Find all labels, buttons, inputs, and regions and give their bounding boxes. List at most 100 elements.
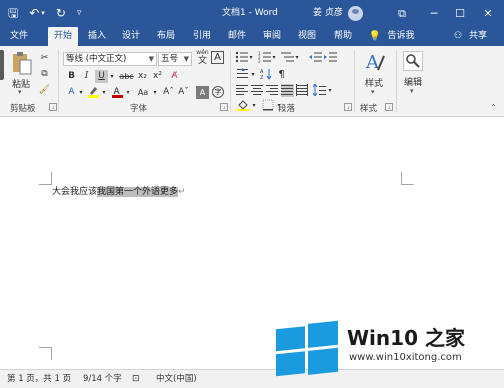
distributed-icon[interactable]	[296, 84, 309, 97]
undo-icon[interactable]: ↶	[29, 0, 39, 27]
tab-references[interactable]: 引用	[189, 27, 215, 46]
underline-dropdown-icon[interactable]: ▾	[108, 70, 116, 83]
close-icon[interactable]: ✕	[475, 0, 501, 27]
multilevel-dropdown-icon[interactable]: ▾	[293, 51, 301, 64]
user-avatar-icon[interactable]	[348, 6, 363, 21]
editing-dropdown-icon[interactable]: ▾	[410, 87, 414, 95]
change-case-dropdown-icon[interactable]: ▾	[151, 86, 159, 99]
font-name-value: 等线 (中文正文)	[66, 54, 127, 64]
cut-icon[interactable]: ✂	[38, 52, 51, 65]
chinese-layout-icon[interactable]	[236, 68, 249, 81]
tab-insert[interactable]: 插入	[84, 27, 110, 46]
italic-button[interactable]: I	[80, 70, 93, 83]
document-paragraph[interactable]: 大会我应该我国第一个外语更多↵	[52, 184, 186, 197]
user-name[interactable]: 姜 贞彦	[313, 0, 343, 27]
clipboard-launcher-icon[interactable]: ⌟	[49, 103, 57, 111]
shading-icon[interactable]	[237, 99, 250, 112]
language-indicator[interactable]: 中文(中国)	[156, 370, 197, 388]
shrink-font-button[interactable]: Aˇ	[177, 86, 190, 99]
minimize-icon[interactable]: ─	[421, 0, 447, 27]
selected-text[interactable]: 我国第一个外语更多	[97, 187, 179, 197]
superscript-button[interactable]: x²	[151, 70, 164, 83]
save-icon[interactable]: 🖫	[8, 0, 18, 27]
lightbulb-icon[interactable]: 💡	[368, 27, 382, 46]
ribbon-display-options-icon[interactable]: ⧉	[389, 0, 415, 27]
share-button[interactable]: 共享	[466, 27, 490, 46]
tab-help[interactable]: 帮助	[330, 27, 356, 46]
share-person-icon[interactable]: ⚇	[452, 27, 464, 46]
proofing-icon[interactable]: ⊡	[132, 370, 140, 388]
justify-icon[interactable]	[281, 84, 294, 97]
text-effects-dropdown-icon[interactable]: ▾	[77, 86, 85, 99]
strikethrough-button[interactable]: abc	[118, 70, 135, 83]
paragraph-launcher-icon[interactable]: ⌟	[344, 103, 352, 111]
group-divider	[354, 50, 355, 112]
tab-review[interactable]: 审阅	[259, 27, 285, 46]
bold-button[interactable]: B	[65, 70, 78, 83]
bullets-dropdown-icon[interactable]: ▾	[247, 51, 255, 64]
windows-logo-watermark	[276, 320, 338, 378]
sort-icon[interactable]: AZ	[260, 68, 273, 81]
group-divider	[230, 50, 231, 112]
tab-view[interactable]: 视图	[294, 27, 320, 46]
show-hide-marks-icon[interactable]: ¶	[275, 68, 288, 81]
line-spacing-dropdown-icon[interactable]: ▾	[326, 84, 334, 97]
subscript-button[interactable]: x₂	[136, 70, 149, 83]
tab-layout[interactable]: 布局	[153, 27, 179, 46]
align-left-icon[interactable]	[236, 84, 249, 97]
grow-font-button[interactable]: Aˆ	[162, 86, 175, 99]
styles-launcher-icon[interactable]: ⌟	[385, 103, 393, 111]
word-count[interactable]: 9/14 个字	[83, 370, 122, 388]
group-divider	[396, 50, 397, 112]
clipboard-group-label: 剪贴板	[10, 104, 36, 114]
character-border-icon[interactable]: A	[211, 51, 224, 64]
margin-corner-top-right	[401, 172, 414, 185]
document-text[interactable]: 大会我应该	[52, 187, 97, 197]
highlight-color-icon[interactable]	[87, 85, 100, 98]
clear-formatting-icon[interactable]: A̸	[168, 70, 181, 83]
ribbon-tabs: 文件 开始 插入 设计 布局 引用 邮件 审阅 视图 帮助 💡 告诉我 ⚇ 共享	[0, 27, 504, 46]
highlight-dropdown-icon[interactable]: ▾	[100, 86, 108, 99]
quick-access-toolbar: 🖫 ↶ ▾ ↻ ▿	[0, 0, 81, 27]
tab-home[interactable]: 开始	[48, 27, 78, 46]
paste-dropdown-icon[interactable]: ▾	[18, 88, 22, 96]
font-launcher-icon[interactable]: ⌟	[220, 103, 228, 111]
styles-dropdown-icon[interactable]: ▾	[371, 88, 375, 96]
copy-icon[interactable]: ⧉	[38, 68, 51, 81]
enclose-characters-icon[interactable]: 字	[212, 86, 224, 98]
character-shading-button[interactable]: A	[196, 86, 209, 99]
paragraph-group-label: 段落	[278, 104, 296, 114]
chinese-layout-dropdown-icon[interactable]: ▾	[249, 68, 257, 81]
format-painter-icon[interactable]: 🖌	[38, 84, 51, 97]
borders-icon[interactable]	[262, 99, 275, 112]
tab-design[interactable]: 设计	[118, 27, 144, 46]
line-spacing-icon[interactable]	[312, 83, 326, 97]
tab-file[interactable]: 文件	[6, 27, 32, 46]
find-icon[interactable]	[403, 51, 423, 71]
font-color-dropdown-icon[interactable]: ▾	[124, 86, 132, 99]
redo-icon[interactable]: ↻	[56, 0, 66, 27]
align-center-icon[interactable]	[251, 84, 264, 97]
undo-dropdown-icon[interactable]: ▾	[41, 0, 45, 27]
decrease-indent-icon[interactable]	[309, 51, 322, 64]
shading-dropdown-icon[interactable]: ▾	[250, 99, 258, 112]
phonetic-wen-char: 文	[197, 56, 207, 66]
tab-mailings[interactable]: 邮件	[224, 27, 250, 46]
font-color-icon[interactable]: A	[111, 85, 124, 98]
phonetic-guide-icon[interactable]: wén 文	[196, 49, 209, 66]
change-case-button[interactable]: Aa	[135, 86, 151, 99]
numbering-dropdown-icon[interactable]: ▾	[270, 51, 278, 64]
paste-icon[interactable]	[10, 51, 34, 77]
styles-icon[interactable]: A	[364, 50, 386, 74]
maximize-icon[interactable]: ☐	[447, 0, 473, 27]
page-count[interactable]: 第 1 页，共 1 页	[7, 370, 71, 388]
svg-text:Z: Z	[260, 75, 264, 80]
align-right-icon[interactable]	[266, 84, 279, 97]
tell-me-search[interactable]: 告诉我	[385, 27, 417, 46]
customize-qat-icon[interactable]: ▿	[77, 0, 82, 27]
underline-button[interactable]: U	[95, 70, 108, 83]
collapse-ribbon-icon[interactable]: ⌃	[490, 103, 497, 112]
font-name-select[interactable]: 等线 (中文正文) ▼	[63, 52, 157, 66]
increase-indent-icon[interactable]	[324, 51, 337, 64]
font-size-select[interactable]: 五号 ▼	[158, 52, 192, 66]
